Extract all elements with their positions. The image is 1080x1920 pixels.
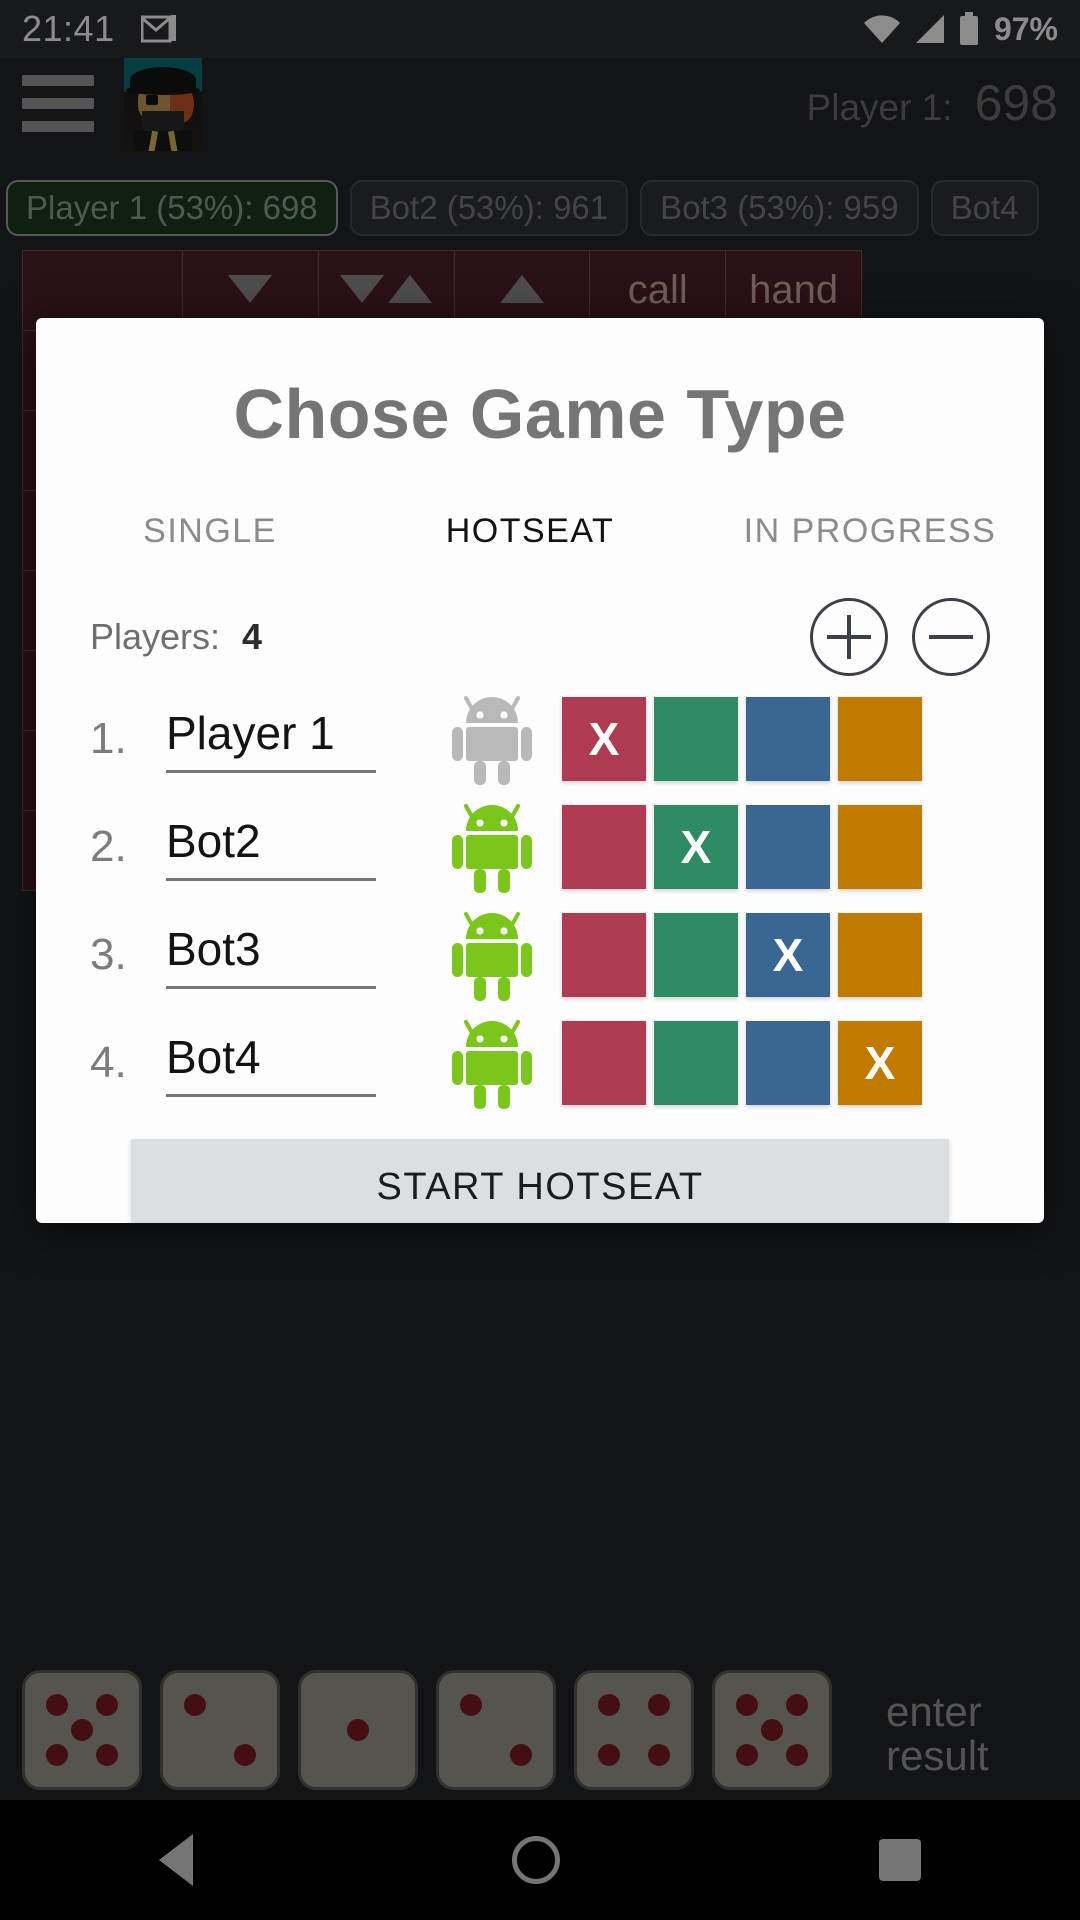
color-swatch-1[interactable]: X — [654, 805, 738, 889]
color-swatch-3[interactable] — [838, 697, 922, 781]
choose-game-type-dialog: Chose Game Type SINGLE HOTSEAT IN PROGRESS… — [36, 318, 1044, 1223]
plus-circle-icon[interactable] — [810, 598, 888, 676]
color-swatch-0[interactable] — [562, 805, 646, 889]
player-name-input[interactable] — [166, 813, 376, 868]
android-robot-icon-gray[interactable] — [450, 693, 534, 785]
player-index-label: 2. — [90, 822, 127, 871]
players-count-value: 4 — [242, 616, 263, 657]
player-name-input[interactable] — [166, 1029, 376, 1084]
player-name-field-wrapper — [166, 1029, 376, 1097]
player-name-input[interactable] — [166, 921, 376, 976]
android-robot-icon-green[interactable] — [450, 801, 534, 893]
color-swatch-2[interactable]: X — [746, 913, 830, 997]
dialog-title: Chose Game Type — [233, 375, 847, 453]
color-swatch-1[interactable] — [654, 697, 738, 781]
dialog-tab-single[interactable]: SINGLE — [50, 512, 370, 551]
color-swatch-group: X — [562, 697, 922, 781]
dialog-tab-hotseat[interactable]: HOTSEAT — [370, 512, 690, 551]
color-swatch-group: X — [562, 1021, 922, 1105]
plus-bar-v — [847, 615, 851, 659]
android-robot-icon-green[interactable] — [450, 1017, 534, 1109]
color-swatch-1[interactable] — [654, 1021, 738, 1105]
player-config-row: 2. X — [36, 793, 1044, 901]
color-swatch-0[interactable] — [562, 1021, 646, 1105]
color-swatch-group: X — [562, 913, 922, 997]
color-swatch-group: X — [562, 805, 922, 889]
player-index-label: 4. — [90, 1038, 127, 1087]
dialog-tab-in-progress[interactable]: IN PROGRESS — [690, 512, 1044, 551]
player-index-label: 3. — [90, 930, 127, 979]
color-swatch-1[interactable] — [654, 913, 738, 997]
color-swatch-0[interactable] — [562, 913, 646, 997]
phone-screen: 21:41 97% Player 1: 698 Player 1 (53%): … — [0, 0, 1080, 1920]
color-swatch-3[interactable] — [838, 913, 922, 997]
player-config-row: 1. X — [36, 685, 1044, 793]
color-swatch-2[interactable] — [746, 805, 830, 889]
player-name-field-wrapper — [166, 705, 376, 773]
players-stepper — [810, 598, 990, 676]
dialog-tab-bar[interactable]: SINGLE HOTSEAT IN PROGRESS — [36, 512, 1044, 551]
color-swatch-2[interactable] — [746, 1021, 830, 1105]
minus-bar-h — [929, 635, 973, 639]
color-swatch-3[interactable] — [838, 805, 922, 889]
players-count-row: Players: 4 — [36, 597, 1044, 677]
minus-circle-icon[interactable] — [912, 598, 990, 676]
player-name-input[interactable] — [166, 705, 376, 760]
start-hotseat-button[interactable]: START HOTSEAT — [131, 1139, 949, 1223]
player-index-label: 1. — [90, 714, 127, 763]
player-name-field-wrapper — [166, 921, 376, 989]
player-name-field-wrapper — [166, 813, 376, 881]
color-swatch-2[interactable] — [746, 697, 830, 781]
color-swatch-0[interactable]: X — [562, 697, 646, 781]
player-config-row: 3. X — [36, 901, 1044, 1009]
color-swatch-3[interactable]: X — [838, 1021, 922, 1105]
android-robot-icon-green[interactable] — [450, 909, 534, 1001]
players-label: Players: — [90, 616, 221, 657]
player-config-row: 4. X — [36, 1009, 1044, 1117]
player-config-list: 1. X 2. X 3. X 4. X — [36, 685, 1044, 1117]
